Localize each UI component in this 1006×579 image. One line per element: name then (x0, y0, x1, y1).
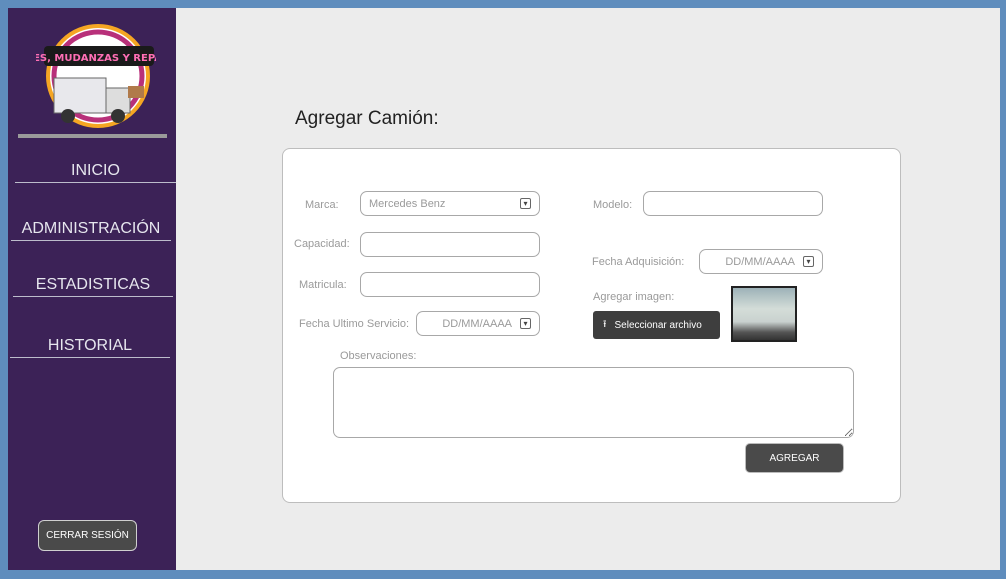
add-truck-form: Marca: Mercedes Benz ▾ Modelo: Capacidad:… (282, 148, 901, 503)
capacidad-label: Capacidad: (294, 238, 350, 250)
marca-label: Marca: (305, 199, 339, 211)
fecha-adquisicion-input[interactable]: DD/MM/AAAA ▾ (699, 249, 823, 274)
matricula-label: Matricula: (299, 279, 347, 291)
observaciones-label: Observaciones: (340, 350, 417, 362)
imagen-label: Agregar imagen: (593, 291, 675, 303)
marca-value: Mercedes Benz (369, 197, 446, 210)
observaciones-textarea[interactable] (333, 367, 854, 438)
fecha-adquisicion-placeholder: DD/MM/AAAA (725, 255, 795, 268)
matricula-input[interactable] (360, 272, 540, 297)
page-title: Agregar Camión: (295, 108, 439, 129)
modelo-label: Modelo: (593, 199, 633, 211)
calendar-icon[interactable]: ▾ (520, 318, 531, 329)
logout-button[interactable]: CERRAR SESIÓN (38, 520, 137, 551)
dropdown-icon: ▾ (520, 198, 531, 209)
marca-select[interactable]: Mercedes Benz ▾ (360, 191, 540, 216)
company-logo: FLETES, MUDANZAS Y REPARTOS (6, 18, 192, 128)
select-file-button[interactable]: ⭱ Seleccionar archivo (593, 311, 720, 339)
divider (18, 134, 167, 138)
fecha-servicio-input[interactable]: DD/MM/AAAA ▾ (416, 311, 540, 336)
fecha-servicio-placeholder: DD/MM/AAAA (442, 317, 512, 330)
upload-icon: ⭱ (603, 318, 607, 330)
truck-image-preview (731, 286, 797, 342)
fecha-servicio-label: Fecha Ultimo Servicio: (299, 318, 410, 330)
fecha-adquisicion-label: Fecha Adquisición: (592, 256, 685, 268)
capacidad-input[interactable] (360, 232, 540, 257)
agregar-button[interactable]: AGREGAR (745, 443, 844, 473)
svg-text:FLETES, MUDANZAS Y REPARTOS: FLETES, MUDANZAS Y REPARTOS (36, 53, 156, 64)
select-file-label: Seleccionar archivo (614, 319, 702, 331)
app-window: FLETES, MUDANZAS Y REPARTOS INICIO ADMIN… (6, 8, 1000, 570)
sidebar-item-administracion[interactable]: ADMINISTRACIÓN (11, 220, 171, 241)
calendar-icon[interactable]: ▾ (803, 256, 814, 267)
sidebar-item-inicio[interactable]: INICIO (15, 162, 176, 183)
sidebar-item-historial[interactable]: HISTORIAL (10, 337, 170, 358)
sidebar-item-estadisticas[interactable]: ESTADISTICAS (13, 276, 173, 297)
modelo-input[interactable] (643, 191, 823, 216)
sidebar: FLETES, MUDANZAS Y REPARTOS INICIO ADMIN… (6, 8, 192, 570)
